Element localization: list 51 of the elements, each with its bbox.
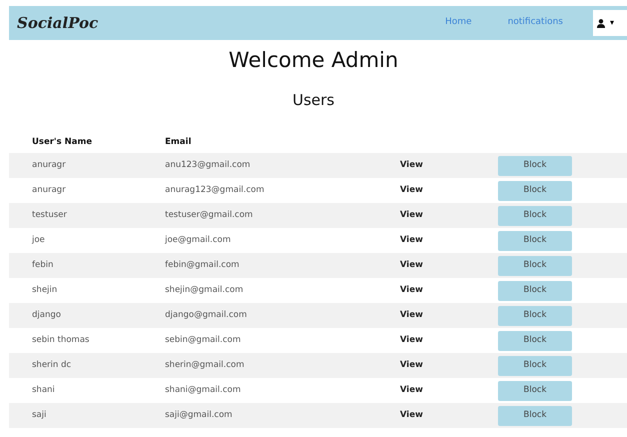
table-cell: joe — [32, 235, 45, 246]
table-cell: sebin@gmail.com — [165, 335, 241, 346]
table-cell: saji@gmail.com — [165, 410, 232, 420]
block-button[interactable]: Block — [498, 230, 572, 251]
user-menu-button[interactable]: ▾ — [593, 10, 627, 36]
block-button[interactable]: Block — [498, 180, 572, 201]
view-link[interactable]: View — [400, 360, 423, 370]
view-link[interactable]: View — [400, 385, 423, 396]
table-cell: saji — [32, 410, 46, 420]
block-button[interactable]: Block — [498, 356, 572, 376]
block-button[interactable]: Block — [498, 206, 572, 226]
table-cell: django@gmail.com — [165, 310, 247, 320]
table-cell: shejin@gmail.com — [165, 285, 244, 296]
view-link[interactable]: View — [400, 335, 423, 346]
block-button[interactable]: Block — [498, 256, 572, 276]
view-link[interactable]: View — [400, 285, 423, 296]
column-header: Email — [165, 136, 192, 147]
table-cell: sherin@gmail.com — [165, 360, 244, 370]
table-cell: django — [32, 310, 61, 320]
view-link[interactable]: View — [400, 410, 423, 420]
column-header: User's Name — [32, 136, 92, 147]
view-link[interactable]: View — [400, 185, 423, 196]
table-cell: anuragr — [32, 185, 66, 196]
view-link[interactable]: View — [400, 210, 423, 220]
block-button[interactable]: Block — [498, 406, 572, 426]
table-cell: testuser@gmail.com — [165, 210, 253, 220]
view-link[interactable]: View — [400, 160, 423, 170]
view-link[interactable]: View — [400, 310, 423, 320]
page-title: Welcome Admin — [228, 48, 400, 74]
block-button[interactable]: Block — [498, 156, 572, 176]
table-cell: joe@gmail.com — [165, 235, 231, 246]
table-cell: shejin — [32, 285, 58, 296]
table-cell: anurag123@gmail.com — [165, 185, 264, 196]
table-cell: febin — [32, 260, 54, 270]
table-cell: testuser — [32, 210, 67, 220]
block-button[interactable]: Block — [498, 330, 572, 351]
table-cell: anu123@gmail.com — [165, 160, 250, 170]
brand-logo[interactable]: SocialPoc — [17, 12, 98, 34]
block-button[interactable]: Block — [498, 306, 572, 326]
table-cell: sebin thomas — [32, 335, 90, 346]
table-cell: febin@gmail.com — [165, 260, 240, 270]
user-icon — [597, 18, 605, 28]
section-title: Users — [291, 91, 336, 110]
table-cell: sherin dc — [32, 360, 72, 370]
table-cell: anuragr — [32, 160, 66, 170]
block-button[interactable]: Block — [498, 380, 572, 401]
view-link[interactable]: View — [400, 260, 423, 270]
view-link[interactable]: View — [400, 235, 423, 246]
table-cell: shani — [32, 385, 55, 396]
table-cell: shani@gmail.com — [165, 385, 241, 396]
block-button[interactable]: Block — [498, 280, 572, 301]
